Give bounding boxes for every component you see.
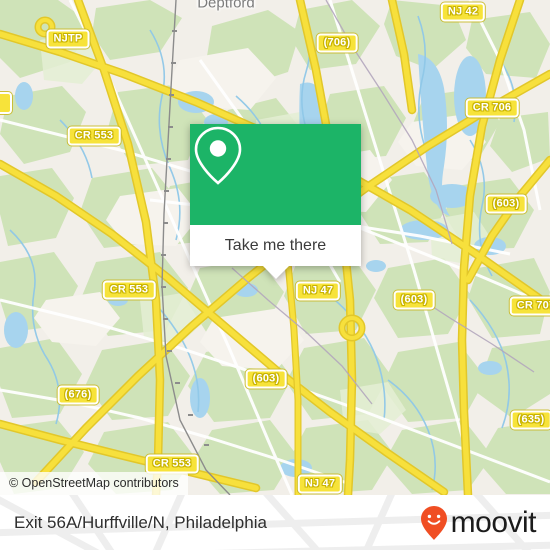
osm-attribution[interactable]: © OpenStreetMap contributors bbox=[0, 472, 188, 495]
popup-pointer bbox=[262, 266, 289, 279]
road-shield-cr553-a[interactable]: CR 553 bbox=[67, 126, 121, 146]
road-shield-cr706[interactable]: CR 706 bbox=[465, 98, 519, 118]
map-screen: Deptford NJTP CR 553 (706) NJ 42 CR 706 … bbox=[0, 0, 550, 550]
road-shield-603-a[interactable]: (603) bbox=[485, 194, 527, 214]
popup-header bbox=[190, 124, 361, 225]
road-shield-cr707[interactable]: CR 707 bbox=[509, 296, 550, 316]
footer-bar: Exit 56A/Hurffville/N, Philadelphia moov… bbox=[0, 495, 550, 550]
road-shield-603-c[interactable]: (603) bbox=[245, 369, 287, 389]
moovit-logo[interactable]: moovit bbox=[420, 505, 537, 541]
road-shield-nj42[interactable]: NJ 42 bbox=[440, 2, 486, 22]
road-shield-nj47-b[interactable]: NJ 47 bbox=[297, 474, 343, 494]
moovit-wordmark: moovit bbox=[450, 505, 537, 539]
moovit-pin-icon bbox=[420, 505, 447, 540]
road-shield-676[interactable]: (676) bbox=[57, 385, 99, 405]
road-shield-cr553-c[interactable]: CR 553 bbox=[145, 454, 199, 474]
location-title: Exit 56A/Hurffville/N, Philadelphia bbox=[14, 512, 267, 532]
map-canvas[interactable]: Deptford NJTP CR 553 (706) NJ 42 CR 706 … bbox=[0, 0, 550, 495]
road-shield-nj47-a[interactable]: NJ 47 bbox=[295, 281, 341, 301]
road-shield-njtp[interactable]: NJTP bbox=[46, 29, 90, 49]
road-shield-635[interactable]: (635) bbox=[510, 410, 550, 430]
place-label: Deptford bbox=[197, 0, 255, 12]
map-pin-icon bbox=[194, 126, 242, 185]
road-shield-706[interactable]: (706) bbox=[316, 33, 358, 53]
road-shield-cr553-b[interactable]: CR 553 bbox=[102, 280, 156, 300]
road-shield-edge[interactable] bbox=[0, 92, 12, 114]
take-me-there-button[interactable]: Take me there bbox=[190, 225, 361, 266]
road-shield-603-b[interactable]: (603) bbox=[393, 290, 435, 310]
destination-popup[interactable]: Take me there bbox=[190, 124, 361, 279]
